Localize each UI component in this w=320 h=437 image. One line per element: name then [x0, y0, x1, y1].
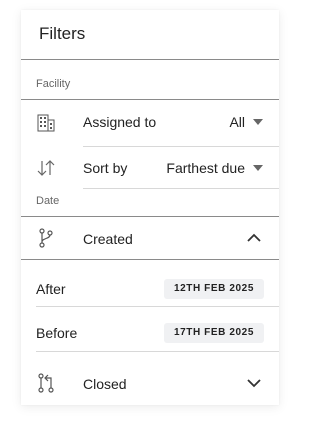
sort-arrows-icon — [37, 160, 55, 176]
sort-by-label: Sort by — [83, 160, 128, 176]
before-date-chip[interactable]: 17TH FEB 2025 — [163, 323, 264, 343]
assigned-to-row[interactable]: Assigned to All — [21, 100, 279, 146]
after-label: After — [36, 281, 66, 297]
after-date-chip[interactable]: 12TH FEB 2025 — [163, 279, 264, 299]
facility-section-label: Facility — [36, 78, 71, 90]
pull-request-icon — [38, 373, 54, 393]
building-icon — [37, 114, 55, 132]
sort-by-value: Farthest due — [166, 160, 245, 176]
chevron-up-icon[interactable] — [247, 233, 261, 242]
closed-row[interactable]: Closed — [21, 352, 279, 405]
title-divider — [21, 59, 279, 60]
before-label: Before — [36, 325, 78, 341]
sort-by-row[interactable]: Sort by Farthest due — [21, 147, 279, 189]
sort-by-select[interactable]: Farthest due — [166, 160, 263, 176]
created-label: Created — [83, 231, 133, 247]
assigned-to-label: Assigned to — [83, 114, 157, 130]
closed-label: Closed — [83, 376, 127, 392]
date-section-label: Date — [36, 195, 60, 207]
assigned-to-value: All — [229, 114, 245, 130]
filters-panel: Filters Facility Assigned to All Sort by… — [21, 10, 279, 405]
assigned-to-select[interactable]: All — [229, 114, 263, 130]
sort-by-divider — [83, 188, 279, 189]
before-row: Before 17TH FEB 2025 — [21, 307, 279, 351]
chevron-down-icon[interactable] — [247, 379, 261, 388]
panel-title: Filters — [39, 24, 86, 43]
branch-icon — [39, 228, 53, 248]
after-row: After 12TH FEB 2025 — [21, 260, 279, 305]
caret-down-icon — [253, 165, 263, 171]
caret-down-icon — [253, 119, 263, 125]
created-row[interactable]: Created — [21, 217, 279, 259]
